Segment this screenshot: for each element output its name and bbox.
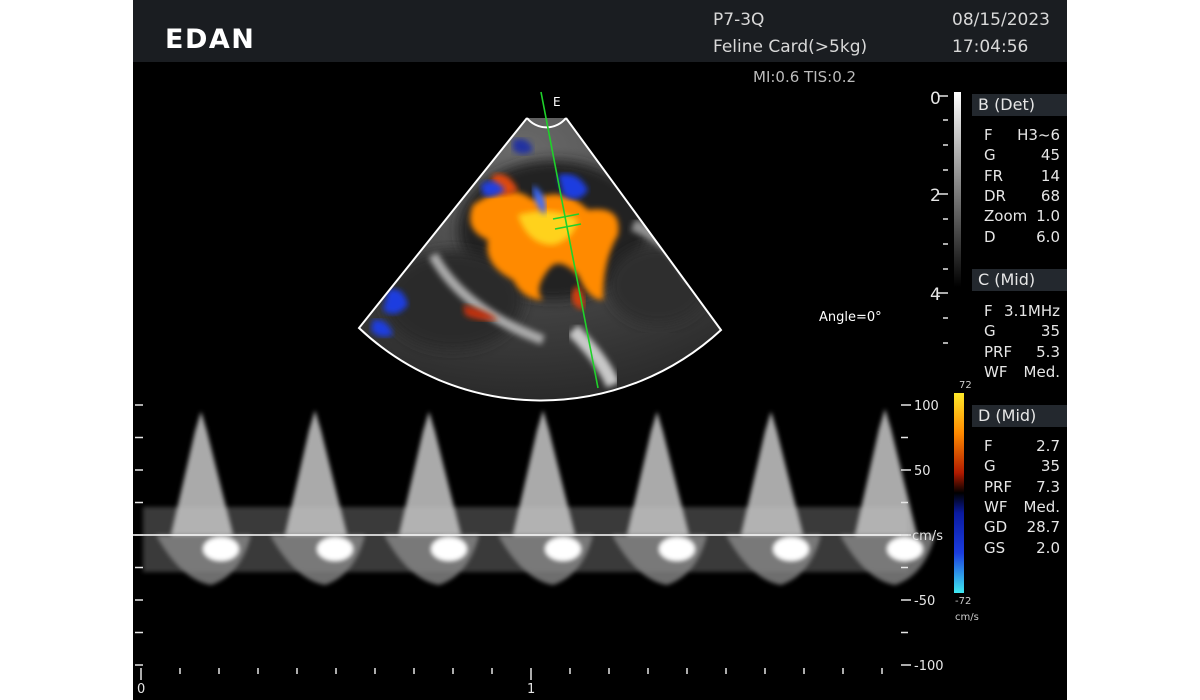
spectral-peak [513, 410, 575, 535]
spectral-peak [855, 408, 917, 535]
velocity-scale-label: -100 [914, 659, 944, 674]
spectral-bright-spot [431, 537, 467, 561]
spectral-peak [399, 411, 461, 535]
spectral-bright-spot [317, 537, 353, 561]
spectral-bright-spot [545, 537, 581, 561]
velocity-scale-label: 100 [914, 399, 939, 414]
ultrasound-screen: EDAN P7-3Q Feline Card(>5kg) 08/15/2023 … [133, 0, 1067, 700]
velocity-scale-label: -50 [914, 594, 935, 609]
spectral-peak [741, 411, 803, 535]
velocity-scale-label: 50 [914, 464, 931, 479]
spectral-peak [627, 411, 689, 535]
spectral-bright-spot [659, 537, 695, 561]
velocity-scale-label: cm/s [912, 529, 943, 544]
spectral-peak [285, 410, 347, 535]
spectral-peak [171, 411, 233, 535]
spectral-bright-spot [773, 537, 809, 561]
time-label: 0 [137, 682, 145, 697]
spectral-bright-spot [203, 537, 239, 561]
spectral-doppler: 100 50 cm/s -50 -100 0 1 [133, 399, 944, 697]
time-label: 1 [527, 682, 535, 697]
